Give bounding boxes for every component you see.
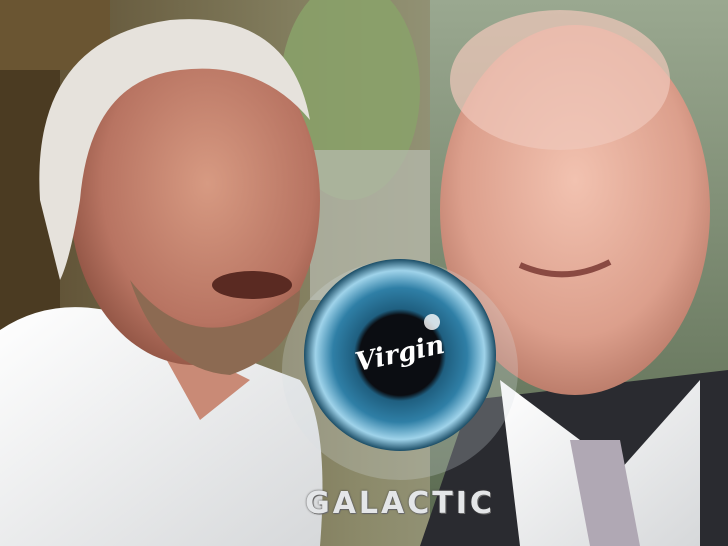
smile-mouth [212,271,292,299]
photo-canvas [0,0,728,546]
bald-head [450,10,670,150]
photo-composite: Virgin GALACTIC [0,0,728,546]
galactic-wordmark: GALACTIC [305,486,495,521]
